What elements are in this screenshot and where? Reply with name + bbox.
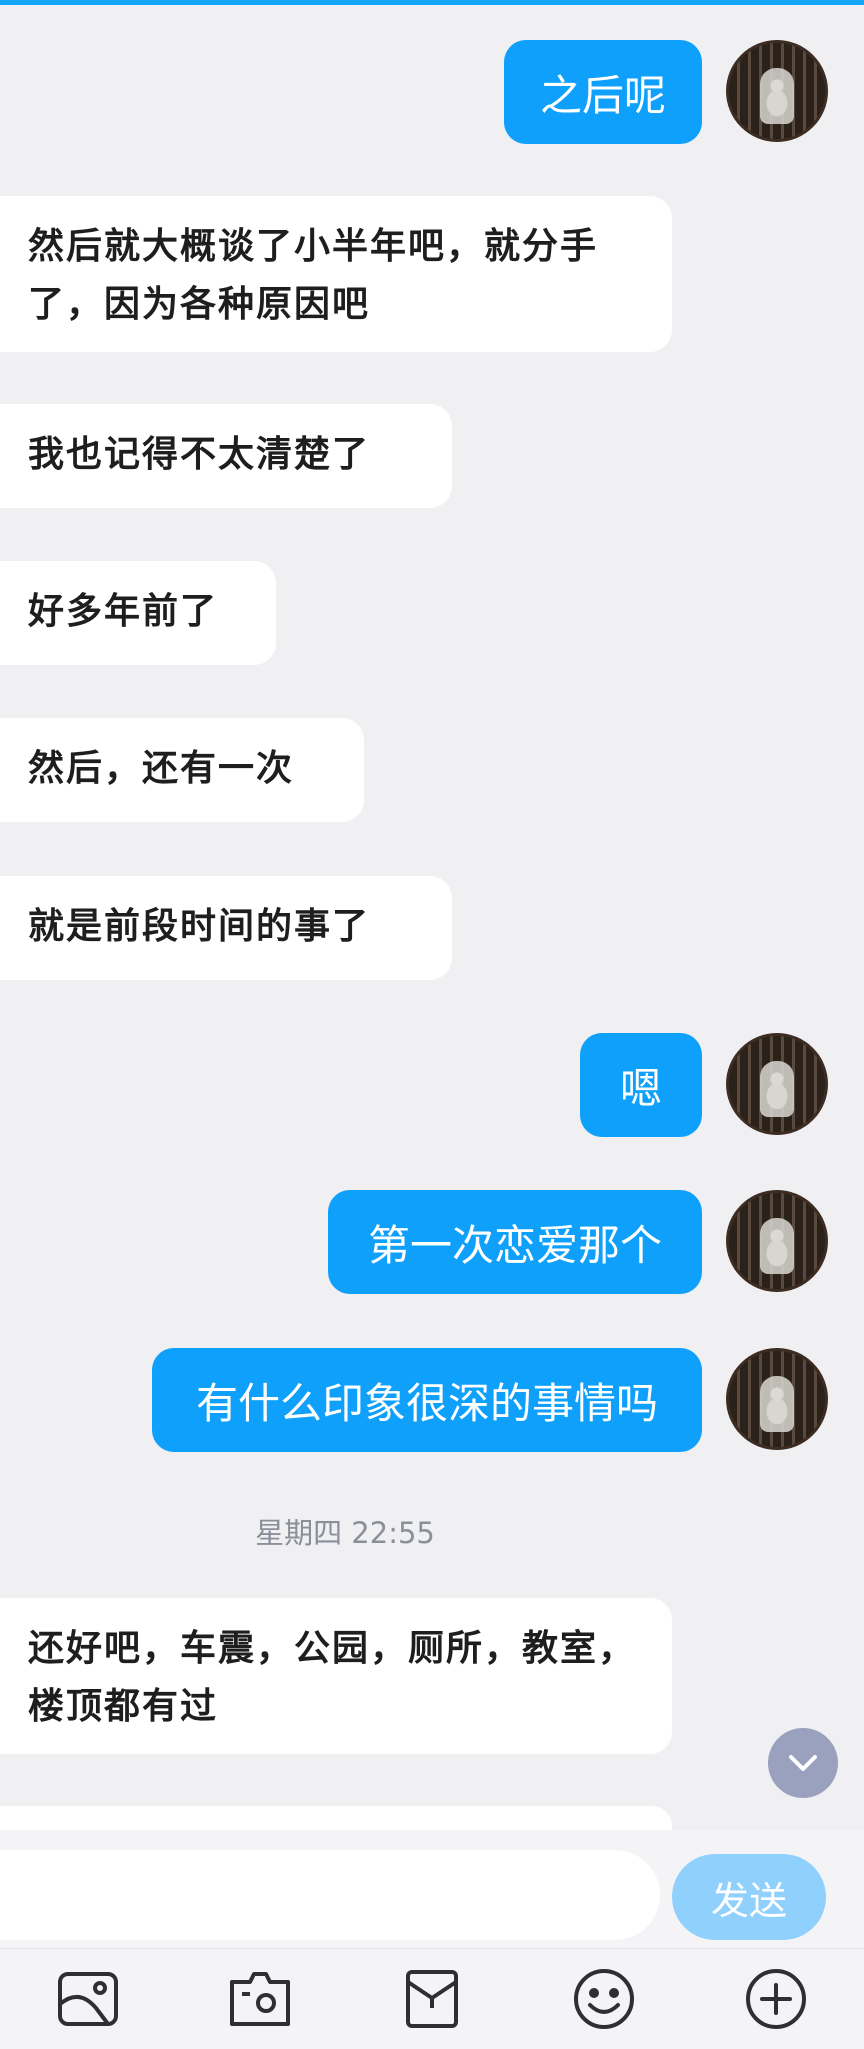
avatar[interactable] (726, 1348, 828, 1450)
camera-icon[interactable] (224, 1963, 296, 2035)
top-accent-bar (0, 0, 864, 5)
message-bubble-received[interactable]: 还好吧，车震，公园，厕所，教室，楼顶都有过 (0, 1598, 672, 1754)
bottom-toolbar (0, 1948, 864, 2049)
message-bubble-received[interactable]: 我也记得不太清楚了 (0, 404, 452, 508)
avatar[interactable] (726, 1190, 828, 1292)
compose-area: 发送 (0, 1830, 864, 1948)
chevron-down-icon (789, 1755, 817, 1771)
send-button[interactable]: 发送 (672, 1854, 826, 1940)
message-timestamp: 星期四 22:55 (255, 1516, 435, 1550)
avatar[interactable] (726, 40, 828, 142)
message-bubble-sent[interactable]: 之后呢 (503, 40, 702, 144)
image-icon[interactable] (52, 1963, 124, 2035)
message-bubble-sent[interactable]: 第一次恋爱那个 (328, 1190, 702, 1294)
avatar[interactable] (726, 1033, 828, 1135)
plus-icon[interactable] (740, 1963, 812, 2035)
message-bubble-sent[interactable]: 嗯 (580, 1033, 702, 1137)
message-bubble-received[interactable]: 就是前段时间的事了 (0, 876, 452, 980)
message-bubble-received[interactable]: 好多年前了 (0, 561, 276, 665)
message-bubble-received[interactable]: 然后就大概谈了小半年吧，就分手了，因为各种原因吧 (0, 196, 672, 352)
scroll-to-bottom-button[interactable] (768, 1728, 838, 1798)
emoji-icon[interactable] (568, 1963, 640, 2035)
folder-icon[interactable] (396, 1963, 468, 2035)
message-input[interactable] (0, 1850, 660, 1940)
message-bubble-sent[interactable]: 有什么印象很深的事情吗 (152, 1348, 702, 1452)
message-bubble-received[interactable]: 然后，还有一次 (0, 718, 364, 822)
